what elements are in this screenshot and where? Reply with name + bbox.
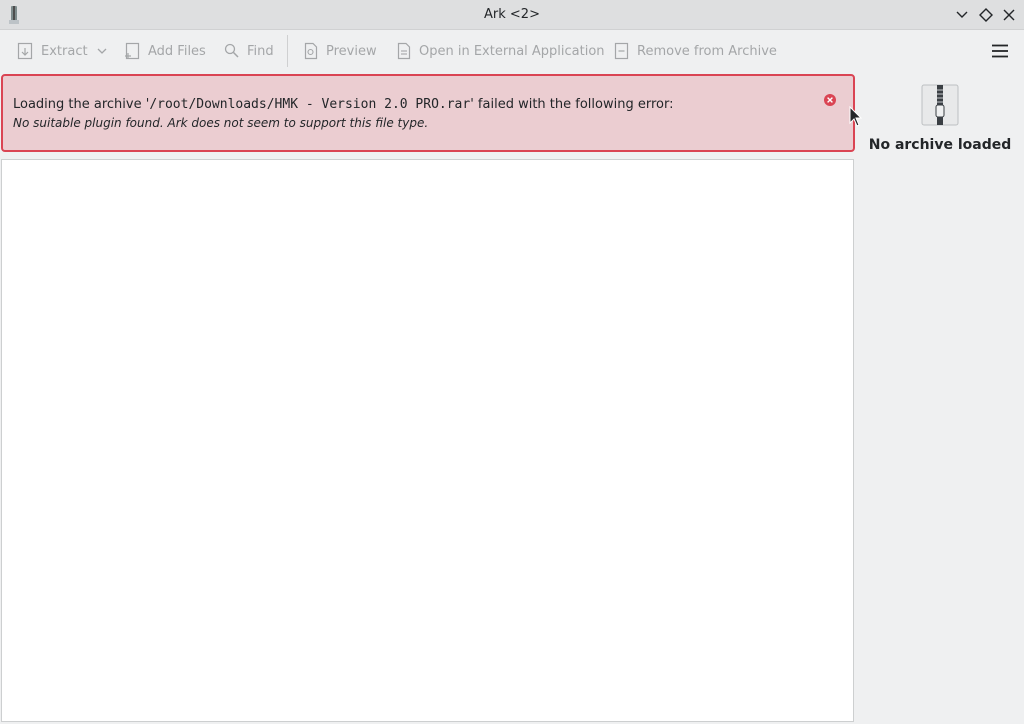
extract-icon: [17, 42, 33, 60]
error-archive-path: /root/Downloads/HMK - Version 2.0 PRO.ra…: [149, 97, 471, 112]
zip-archive-icon: [921, 84, 959, 126]
title-bar: Ark <2>: [0, 0, 1024, 30]
remove-icon: [614, 42, 629, 60]
window-title: Ark <2>: [484, 7, 540, 22]
info-panel: No archive loaded: [856, 74, 1024, 724]
maximize-button[interactable]: [977, 6, 995, 24]
close-circle-icon: [824, 94, 836, 106]
chevron-down-icon: [956, 11, 968, 18]
error-message-banner: Loading the archive '/root/Downloads/HMK…: [1, 74, 855, 152]
add-files-label: Add Files: [148, 43, 206, 59]
find-button[interactable]: Find: [223, 39, 274, 63]
preview-button[interactable]: Preview: [302, 39, 377, 63]
remove-from-archive-label: Remove from Archive: [637, 43, 777, 59]
extract-button[interactable]: Extract: [17, 39, 88, 63]
no-archive-loaded-label: No archive loaded: [868, 137, 1012, 153]
error-message-text: Loading the archive '/root/Downloads/HMK…: [13, 97, 673, 112]
minimize-button[interactable]: [953, 6, 971, 24]
add-files-button[interactable]: Add Files: [124, 39, 206, 63]
error-detail: No suitable plugin found. Ark does not s…: [13, 116, 429, 130]
search-icon: [224, 43, 239, 58]
mouse-cursor-icon: [849, 106, 863, 127]
preview-label: Preview: [326, 43, 377, 59]
open-external-button[interactable]: Open in External Application: [395, 39, 605, 63]
diamond-icon: [979, 8, 993, 22]
error-close-button[interactable]: [823, 93, 837, 107]
error-prefix: Loading the archive ': [13, 97, 150, 112]
hamburger-menu-button[interactable]: [990, 43, 1010, 59]
main-toolbar: Extract Add Files Find Preview Open in E…: [0, 31, 1024, 71]
archive-file-list[interactable]: [1, 159, 854, 722]
chevron-down-icon: [97, 48, 107, 54]
extract-label: Extract: [41, 43, 88, 59]
open-external-label: Open in External Application: [419, 43, 605, 59]
close-icon: [1003, 9, 1015, 21]
add-files-icon: [125, 42, 140, 60]
document-open-icon: [397, 42, 411, 60]
extract-menu-button[interactable]: [94, 39, 110, 63]
error-suffix: ' failed with the following error:: [470, 97, 674, 112]
toolbar-separator: [287, 35, 288, 67]
preview-icon: [304, 42, 318, 60]
find-label: Find: [247, 43, 274, 59]
close-window-button[interactable]: [1000, 6, 1018, 24]
hamburger-menu-icon: [992, 44, 1008, 58]
remove-from-archive-button[interactable]: Remove from Archive: [613, 39, 777, 63]
